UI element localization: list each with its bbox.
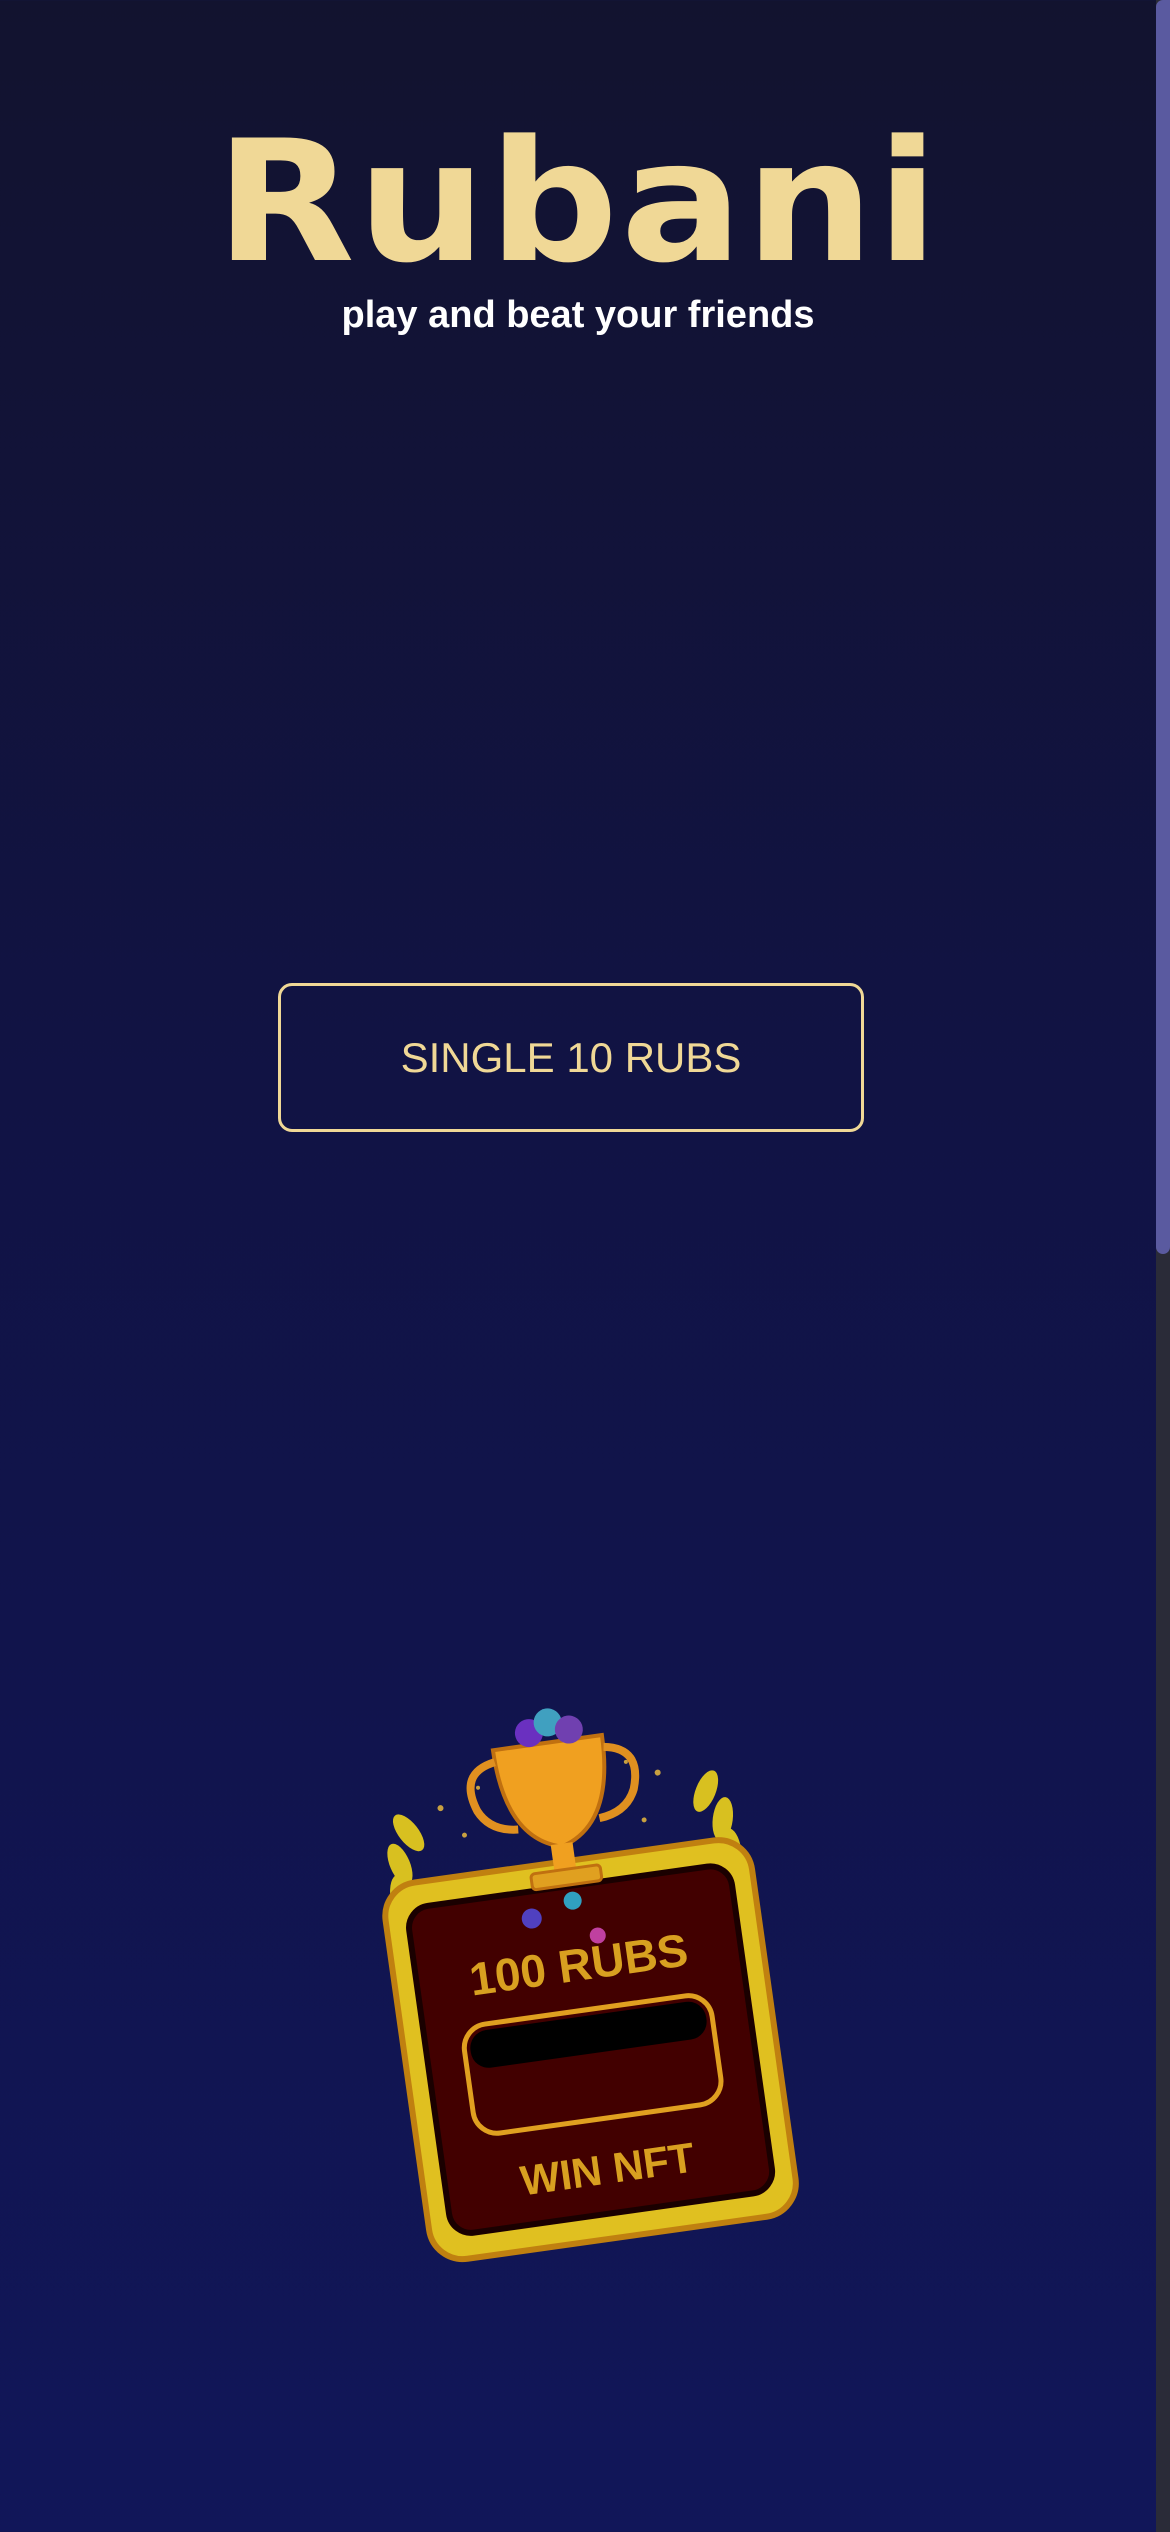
single-game-button[interactable]: SINGLE 10 RUBS xyxy=(278,983,864,1132)
promo-badge-graphic: 100 RUBS WIN NFT xyxy=(382,1708,799,2263)
app-logo: Rubani xyxy=(215,104,941,300)
header: Rubani play and beat your friends xyxy=(0,112,1156,337)
scrollbar-track[interactable] xyxy=(1156,0,1170,2532)
scrollbar-thumb[interactable] xyxy=(1156,0,1170,1254)
promo-badge[interactable]: 100 RUBS WIN NFT xyxy=(360,1680,810,2280)
single-game-button-label: SINGLE 10 RUBS xyxy=(400,1033,742,1081)
app-tagline: play and beat your friends xyxy=(341,294,815,336)
